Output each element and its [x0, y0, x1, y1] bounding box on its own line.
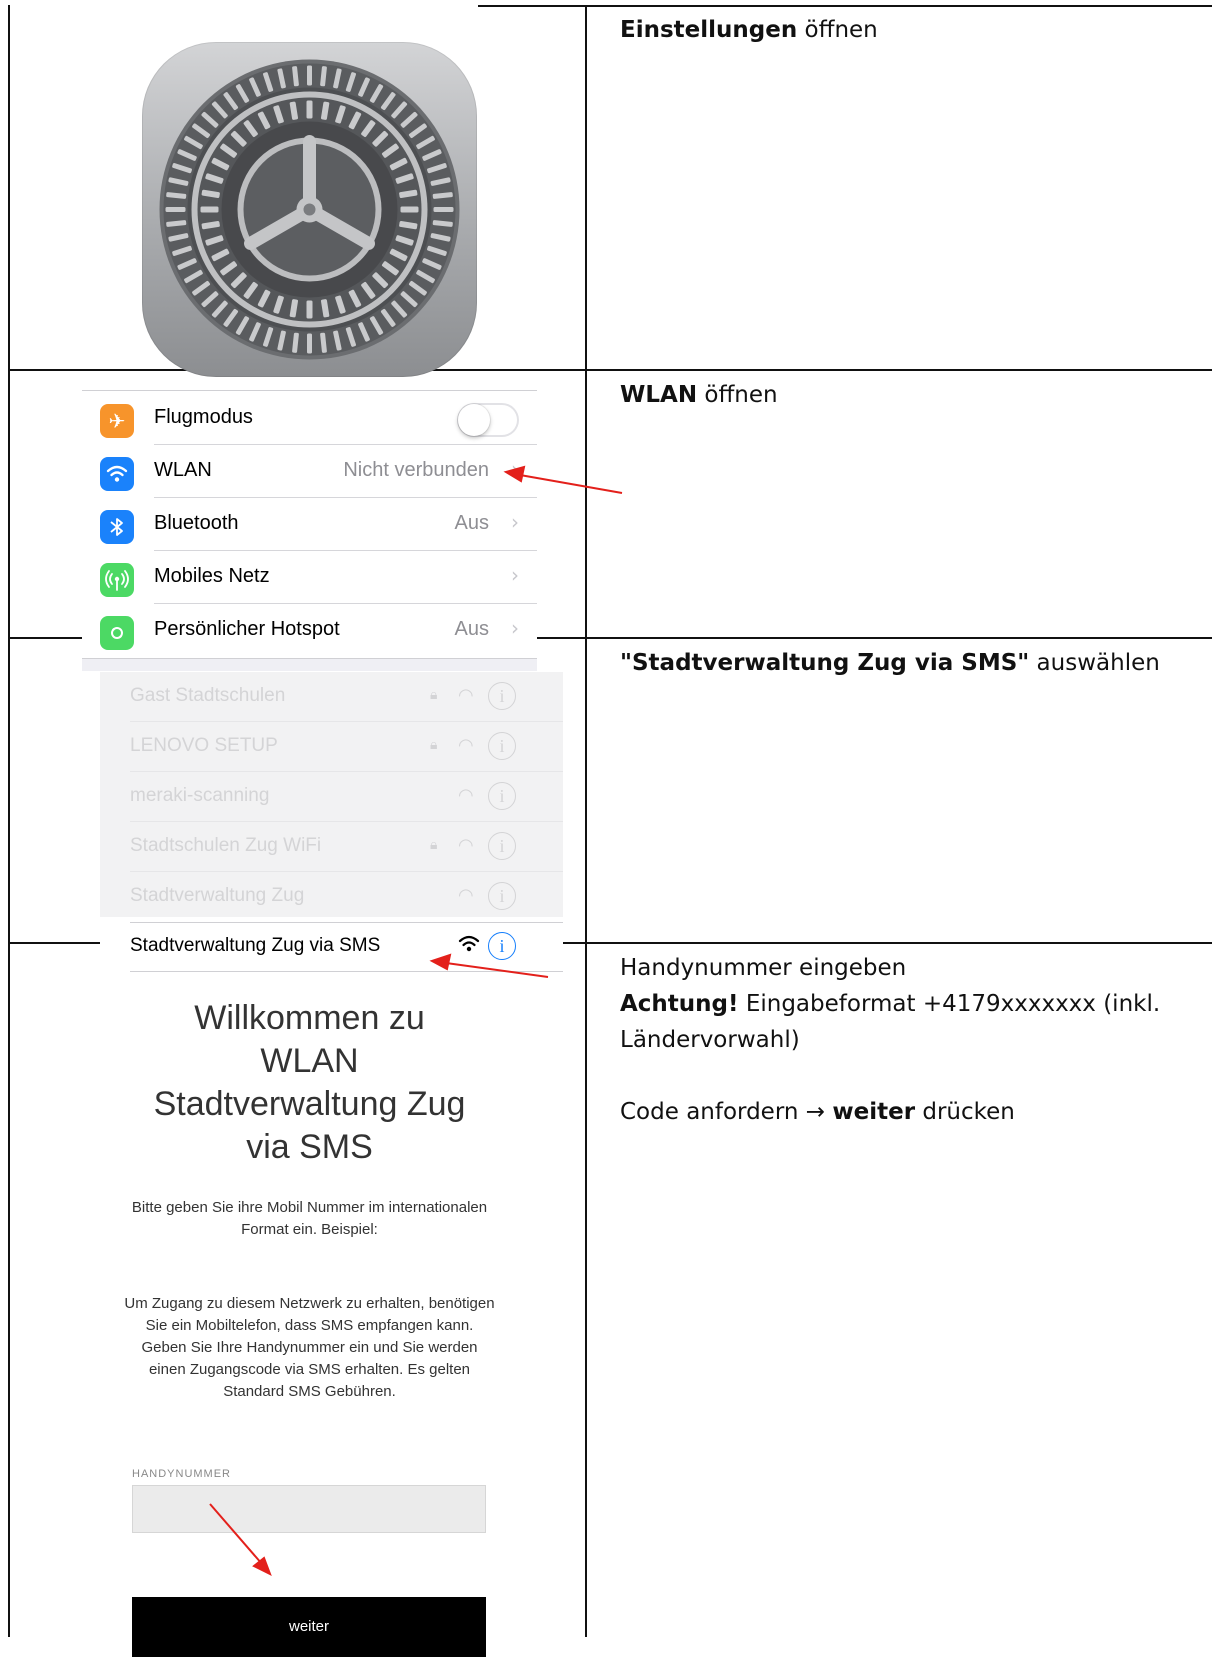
selected-network-name: Stadtverwaltung Zug via SMS [130, 935, 381, 956]
lock-icon: 🔒︎ [430, 687, 438, 703]
settings-row-value: Aus [454, 512, 489, 534]
network-name: Gast Stadtschulen [130, 685, 286, 706]
chevron-right-icon: › [511, 616, 519, 640]
settings-row-hotspot[interactable]: Persönlicher Hotspot Aus › [82, 604, 537, 657]
step-1-instruction: Einstellungen öffnen [620, 12, 878, 48]
wifi-signal-icon: ◠ [458, 835, 474, 856]
network-name: Stadtverwaltung Zug [130, 885, 305, 906]
info-icon[interactable]: i [488, 732, 516, 760]
portal-intro: Bitte geben Sie ihre Mobil Nummer im int… [131, 1199, 488, 1238]
phone-field-label: HANDYNUMMER [132, 1468, 231, 1480]
table-border-top [478, 5, 1212, 7]
step-1-text: öffnen [797, 17, 878, 43]
settings-row-label: Flugmodus [154, 406, 253, 428]
wifi-signal-icon: ◠ [458, 885, 474, 906]
step-2-text: öffnen [697, 382, 778, 408]
network-name: Stadtschulen Zug WiFi [130, 835, 322, 856]
network-row[interactable]: Stadtverwaltung Zug ◠ i [100, 872, 563, 922]
info-icon[interactable]: i [488, 882, 516, 910]
settings-row-value: Nicht verbunden [343, 459, 489, 481]
step-4-warning: Achtung! Eingabeformat +4179xxxxxxx (ink… [620, 986, 1190, 1058]
ios-settings-list: ✈ Flugmodus WLAN Nicht verbunden › Bluet… [82, 390, 537, 671]
step-4-line-1: Handynummer eingeben [620, 955, 907, 981]
network-row[interactable]: Stadtschulen Zug WiFi 🔒︎ ◠ i [100, 822, 563, 872]
settings-row-flugmodus[interactable]: ✈ Flugmodus [82, 392, 537, 445]
step-4-bold: weiter [832, 1099, 916, 1125]
wifi-signal-icon [458, 934, 480, 959]
lock-icon: 🔒︎ [430, 737, 438, 753]
settings-row-label: Persönlicher Hotspot [154, 618, 340, 640]
step-4-pre: Code anfordern [620, 1099, 806, 1125]
wifi-signal-icon: ◠ [458, 735, 474, 756]
settings-row-mobiles-netz[interactable]: Mobiles Netz › [82, 551, 537, 604]
network-row[interactable]: meraki-scanning ◠ i [100, 772, 563, 822]
weiter-button[interactable]: weiter [132, 1597, 486, 1657]
settings-row-bluetooth[interactable]: Bluetooth Aus › [82, 498, 537, 551]
portal-body: Um Zugang zu diesem Netzwerk zu erhalten… [124, 1295, 495, 1400]
settings-row-value: Aus [454, 618, 489, 640]
network-row[interactable]: Gast Stadtschulen 🔒︎ ◠ i [100, 672, 563, 722]
arrow-right-icon: → [805, 1099, 826, 1125]
step-4-instruction: Handynummer eingeben Achtung! Eingabefor… [620, 950, 1190, 1130]
settings-row-label: WLAN [154, 459, 212, 481]
settings-row-label: Mobiles Netz [154, 565, 270, 587]
captive-portal-page: Willkommen zu WLAN Stadtverwaltung Zug v… [82, 975, 537, 1657]
step-1-bold: Einstellungen [620, 17, 798, 43]
info-icon[interactable]: i [488, 782, 516, 810]
airplane-icon: ✈ [100, 404, 134, 438]
step-4-line-3: Code anfordern → weiter drücken [620, 1094, 1190, 1130]
selected-network-row[interactable]: Stadtverwaltung Zug via SMS i [100, 922, 563, 972]
step-4-post: drücken [915, 1099, 1015, 1125]
chevron-right-icon: › [511, 457, 519, 481]
table-column-divider [585, 5, 587, 1637]
step-3-instruction: "Stadtverwaltung Zug via SMS" auswählen [620, 645, 1160, 681]
chevron-right-icon: › [511, 510, 519, 534]
bluetooth-icon [100, 510, 134, 544]
wifi-icon [100, 457, 134, 491]
info-icon[interactable]: i [488, 682, 516, 710]
warning-bold: Achtung! [620, 991, 739, 1017]
lock-icon: 🔒︎ [430, 837, 438, 853]
network-name: meraki-scanning [130, 785, 270, 806]
airplane-mode-toggle[interactable] [457, 403, 519, 437]
info-icon[interactable]: i [488, 832, 516, 860]
wifi-signal-icon: ◠ [458, 785, 474, 806]
settings-row-label: Bluetooth [154, 512, 239, 534]
settings-gear-icon [142, 42, 477, 377]
wlan-network-list: Gast Stadtschulen 🔒︎ ◠ i LENOVO SETUP 🔒︎… [100, 672, 563, 917]
hotspot-icon [100, 616, 134, 650]
settings-row-wlan[interactable]: WLAN Nicht verbunden › [82, 445, 537, 498]
phone-number-input[interactable] [132, 1485, 486, 1533]
step-2-instruction: WLAN öffnen [620, 377, 778, 413]
network-row[interactable]: LENOVO SETUP 🔒︎ ◠ i [100, 722, 563, 772]
step-2-bold: WLAN [620, 382, 698, 408]
wifi-signal-icon: ◠ [458, 685, 474, 706]
antenna-icon [100, 563, 134, 597]
network-name: LENOVO SETUP [130, 735, 278, 756]
chevron-right-icon: › [511, 563, 519, 587]
info-icon[interactable]: i [488, 932, 516, 960]
step-3-bold: "Stadtverwaltung Zug via SMS" [620, 650, 1030, 676]
table-border-left [8, 5, 10, 1637]
portal-title: Willkommen zu WLAN Stadtverwaltung Zug v… [153, 999, 466, 1166]
step-3-text: auswählen [1029, 650, 1160, 676]
